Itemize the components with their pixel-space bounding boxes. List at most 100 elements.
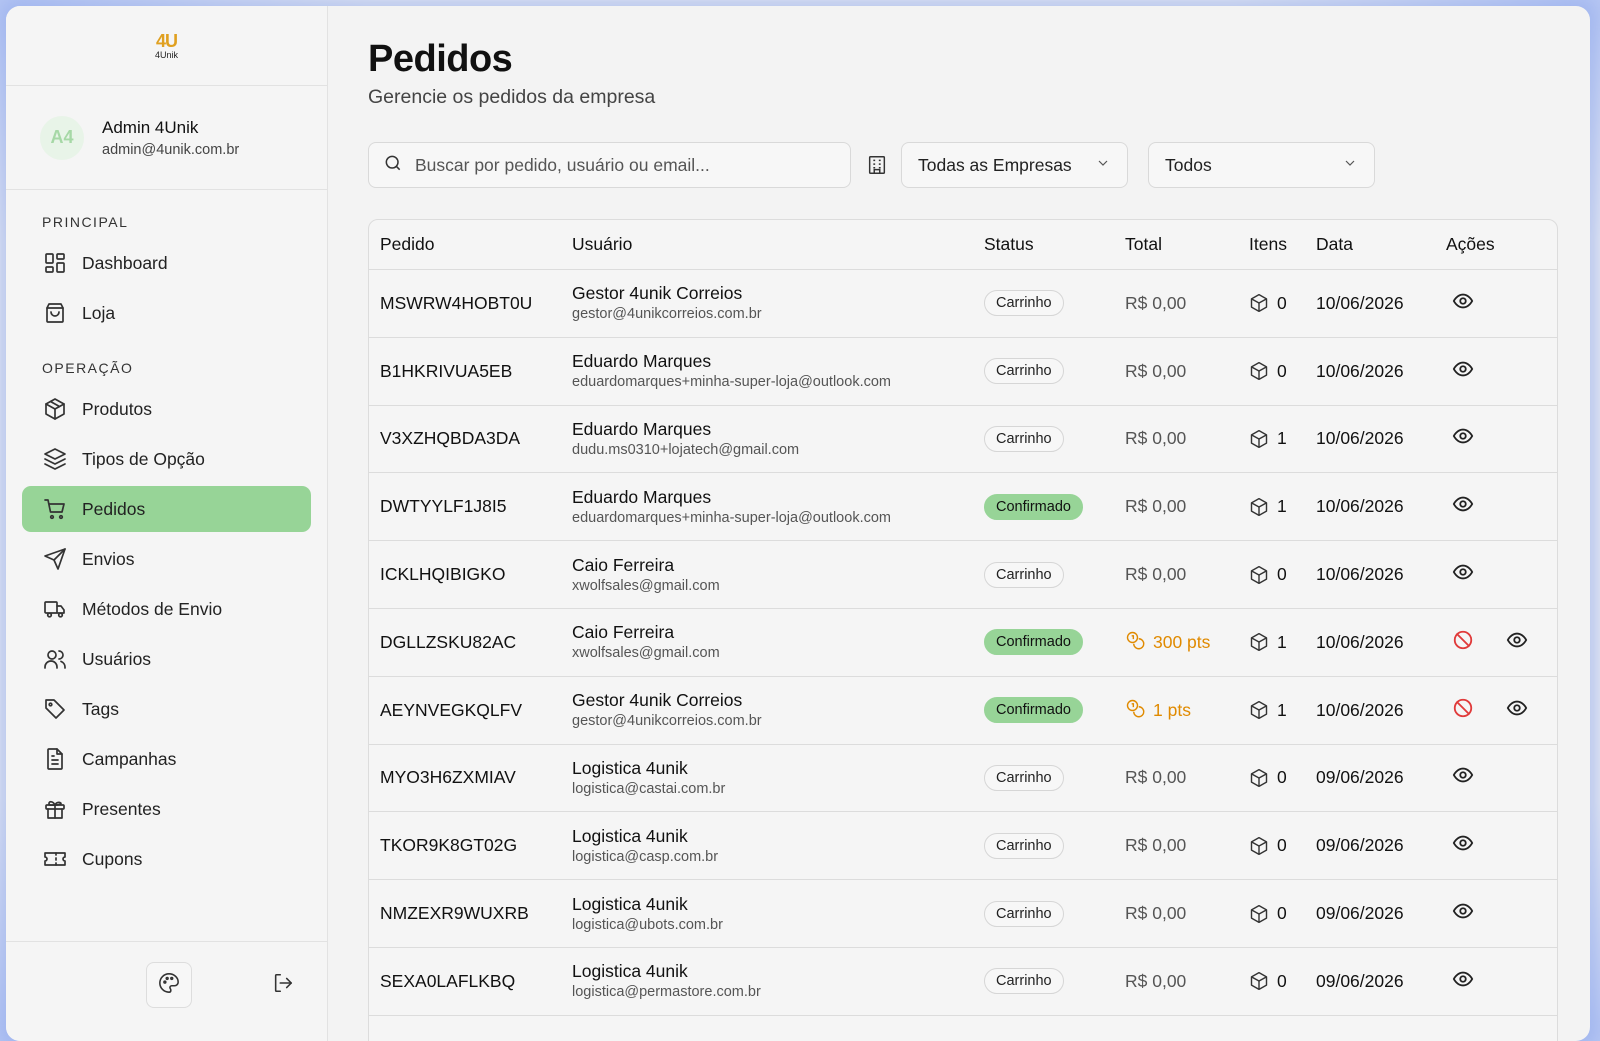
table-row[interactable]: AEYNVEGKQLFV Gestor 4unik Correios gestor@… <box>369 677 1557 745</box>
table-row[interactable]: Nicole Zanon <box>369 1016 1557 1041</box>
order-user: Caio Ferreira xwolfsales@gmail.com <box>567 621 979 663</box>
order-date: 10/06/2026 <box>1316 631 1404 652</box>
order-code: TKOR9K8GT02G <box>380 835 518 856</box>
sidebar-item-usuarios[interactable]: Usuários <box>22 636 311 682</box>
eye-icon <box>1452 968 1474 995</box>
order-total: R$ 0,00 <box>1120 496 1244 517</box>
sidebar-item-tags[interactable]: Tags <box>22 686 311 732</box>
empresa-select[interactable]: Todas as Empresas <box>901 142 1128 188</box>
view-order-button[interactable] <box>1504 697 1530 723</box>
order-date: 10/06/2026 <box>1316 564 1404 585</box>
brand-logo[interactable]: 4U 4Unik <box>147 26 187 66</box>
view-order-button[interactable] <box>1450 358 1476 384</box>
order-code: ICKLHQIBIGKO <box>380 564 506 585</box>
table-header: Pedido Usuário Status Total Itens Data A… <box>369 220 1557 270</box>
status-badge: Carrinho <box>984 968 1064 995</box>
table-row[interactable]: NMZEXR9WUXRB Logistica 4unik logistica@ubo… <box>369 880 1557 948</box>
box-icon <box>1249 836 1269 856</box>
eye-icon <box>1452 764 1474 791</box>
empresa-select-value: Todas as Empresas <box>918 154 1072 175</box>
order-items: 1 <box>1244 632 1311 653</box>
table-body: MSWRW4HOBT0U Gestor 4unik Correios gestor@… <box>369 270 1557 1041</box>
order-actions <box>1441 426 1557 452</box>
sidebar-item-presentes[interactable]: Presentes <box>22 786 311 832</box>
order-date: 10/06/2026 <box>1316 292 1404 313</box>
building-icon <box>866 154 890 178</box>
status-badge: Carrinho <box>984 425 1064 452</box>
order-user: Logistica 4unik logistica@castai.com.br <box>567 757 979 799</box>
box-icon <box>1249 971 1269 991</box>
order-user: Logistica 4unik logistica@permastore.com.… <box>567 960 979 1002</box>
logout-button[interactable] <box>268 970 298 1000</box>
table-row[interactable]: MYO3H6ZXMIAV Logistica 4unik logistica@cas… <box>369 745 1557 813</box>
view-order-button[interactable] <box>1450 968 1476 994</box>
table-row[interactable]: DGLLZSKU82AC Caio Ferreira xwolfsales@gmai… <box>369 609 1557 677</box>
total-value: R$ 0,00 <box>1125 564 1187 585</box>
view-order-button[interactable] <box>1450 901 1476 927</box>
sidebar-item-loja[interactable]: Loja <box>22 290 311 336</box>
sidebar-item-campanhas[interactable]: Campanhas <box>22 736 311 782</box>
table-row[interactable]: DWTYYLF1J8I5 Eduardo Marques eduardomarque… <box>369 473 1557 542</box>
table-row[interactable]: TKOR9K8GT02G Logistica 4unik logistica@cas… <box>369 812 1557 881</box>
box-icon <box>1249 904 1269 924</box>
box-icon <box>42 396 68 422</box>
sidebar-item-label: Envios <box>82 548 135 569</box>
sidebar-item-envios[interactable]: Envios <box>22 536 311 582</box>
itens-count: 0 <box>1277 970 1287 991</box>
sidebar-item-pedidos[interactable]: Pedidos <box>22 486 311 532</box>
order-user: Caio Ferreira xwolfsales@gmail.com <box>567 554 979 596</box>
total-value: R$ 0,00 <box>1125 360 1187 381</box>
view-order-button[interactable] <box>1450 562 1476 588</box>
table-row[interactable]: MSWRW4HOBT0U Gestor 4unik Correios gestor@… <box>369 270 1557 338</box>
eye-icon <box>1452 900 1474 927</box>
eye-icon <box>1452 493 1474 520</box>
sidebar-item-tipos-de-opcao[interactable]: Tipos de Opção <box>22 436 311 482</box>
table-row[interactable]: V3XZHQBDA3DA Eduardo Marques dudu.ms0310+l… <box>369 406 1557 474</box>
search-box[interactable] <box>368 142 851 188</box>
user-email: eduardomarques+minha-super-loja@outlook.… <box>572 509 891 526</box>
order-actions <box>1441 765 1557 791</box>
order-actions <box>1441 901 1557 927</box>
status-select[interactable]: Todos <box>1148 142 1375 188</box>
table-row[interactable]: ICKLHQIBIGKO Caio Ferreira xwolfsales@gmai… <box>369 541 1557 609</box>
view-order-button[interactable] <box>1450 833 1476 859</box>
theme-button[interactable] <box>146 962 192 1008</box>
chevron-down-icon <box>1342 155 1358 176</box>
sidebar-item-produtos[interactable]: Produtos <box>22 386 311 432</box>
view-order-button[interactable] <box>1450 290 1476 316</box>
cancel-order-button[interactable] <box>1450 629 1476 655</box>
user-email: admin@4unik.com.br <box>102 141 240 158</box>
search-input[interactable] <box>415 154 835 176</box>
view-order-button[interactable] <box>1450 426 1476 452</box>
sidebar-item-cupons[interactable]: Cupons <box>22 836 311 882</box>
view-order-button[interactable] <box>1450 494 1476 520</box>
sidebar-item-label: Pedidos <box>82 498 146 519</box>
order-user: Gestor 4unik Correios gestor@4unikcorreio… <box>567 282 979 324</box>
order-code: MYO3H6ZXMIAV <box>380 767 516 788</box>
view-order-button[interactable] <box>1504 629 1530 655</box>
points-value: 300 pts <box>1153 631 1211 652</box>
sidebar-item-label: Loja <box>82 302 116 323</box>
tag-icon <box>42 696 68 722</box>
send-icon <box>42 546 68 572</box>
total-value: R$ 0,00 <box>1125 903 1187 924</box>
user-name: Eduardo Marques <box>572 486 712 507</box>
table-row[interactable]: B1HKRIVUA5EB Eduardo Marques eduardomarque… <box>369 338 1557 406</box>
table-row[interactable]: SEXA0LAFLKBQ Logistica 4unik logistica@per… <box>369 948 1557 1016</box>
main-content: Pedidos Gerencie os pedidos da empresa T… <box>328 6 1590 1041</box>
eye-icon <box>1452 561 1474 588</box>
box-icon <box>1249 361 1269 381</box>
order-date: 10/06/2026 <box>1316 699 1404 720</box>
order-status: Confirmado <box>979 697 1120 724</box>
sidebar-item-dashboard[interactable]: Dashboard <box>22 240 311 286</box>
order-total: R$ 0,00 <box>1120 835 1244 856</box>
order-code: B1HKRIVUA5EB <box>380 360 513 381</box>
eye-icon <box>1506 697 1528 724</box>
order-items: 0 <box>1244 361 1311 382</box>
cancel-order-button[interactable] <box>1450 697 1476 723</box>
order-actions <box>1441 290 1557 316</box>
sidebar-item-metodos-de-envio[interactable]: Métodos de Envio <box>22 586 311 632</box>
user-email: xwolfsales@gmail.com <box>572 577 720 594</box>
view-order-button[interactable] <box>1450 765 1476 791</box>
status-badge: Carrinho <box>984 764 1064 791</box>
